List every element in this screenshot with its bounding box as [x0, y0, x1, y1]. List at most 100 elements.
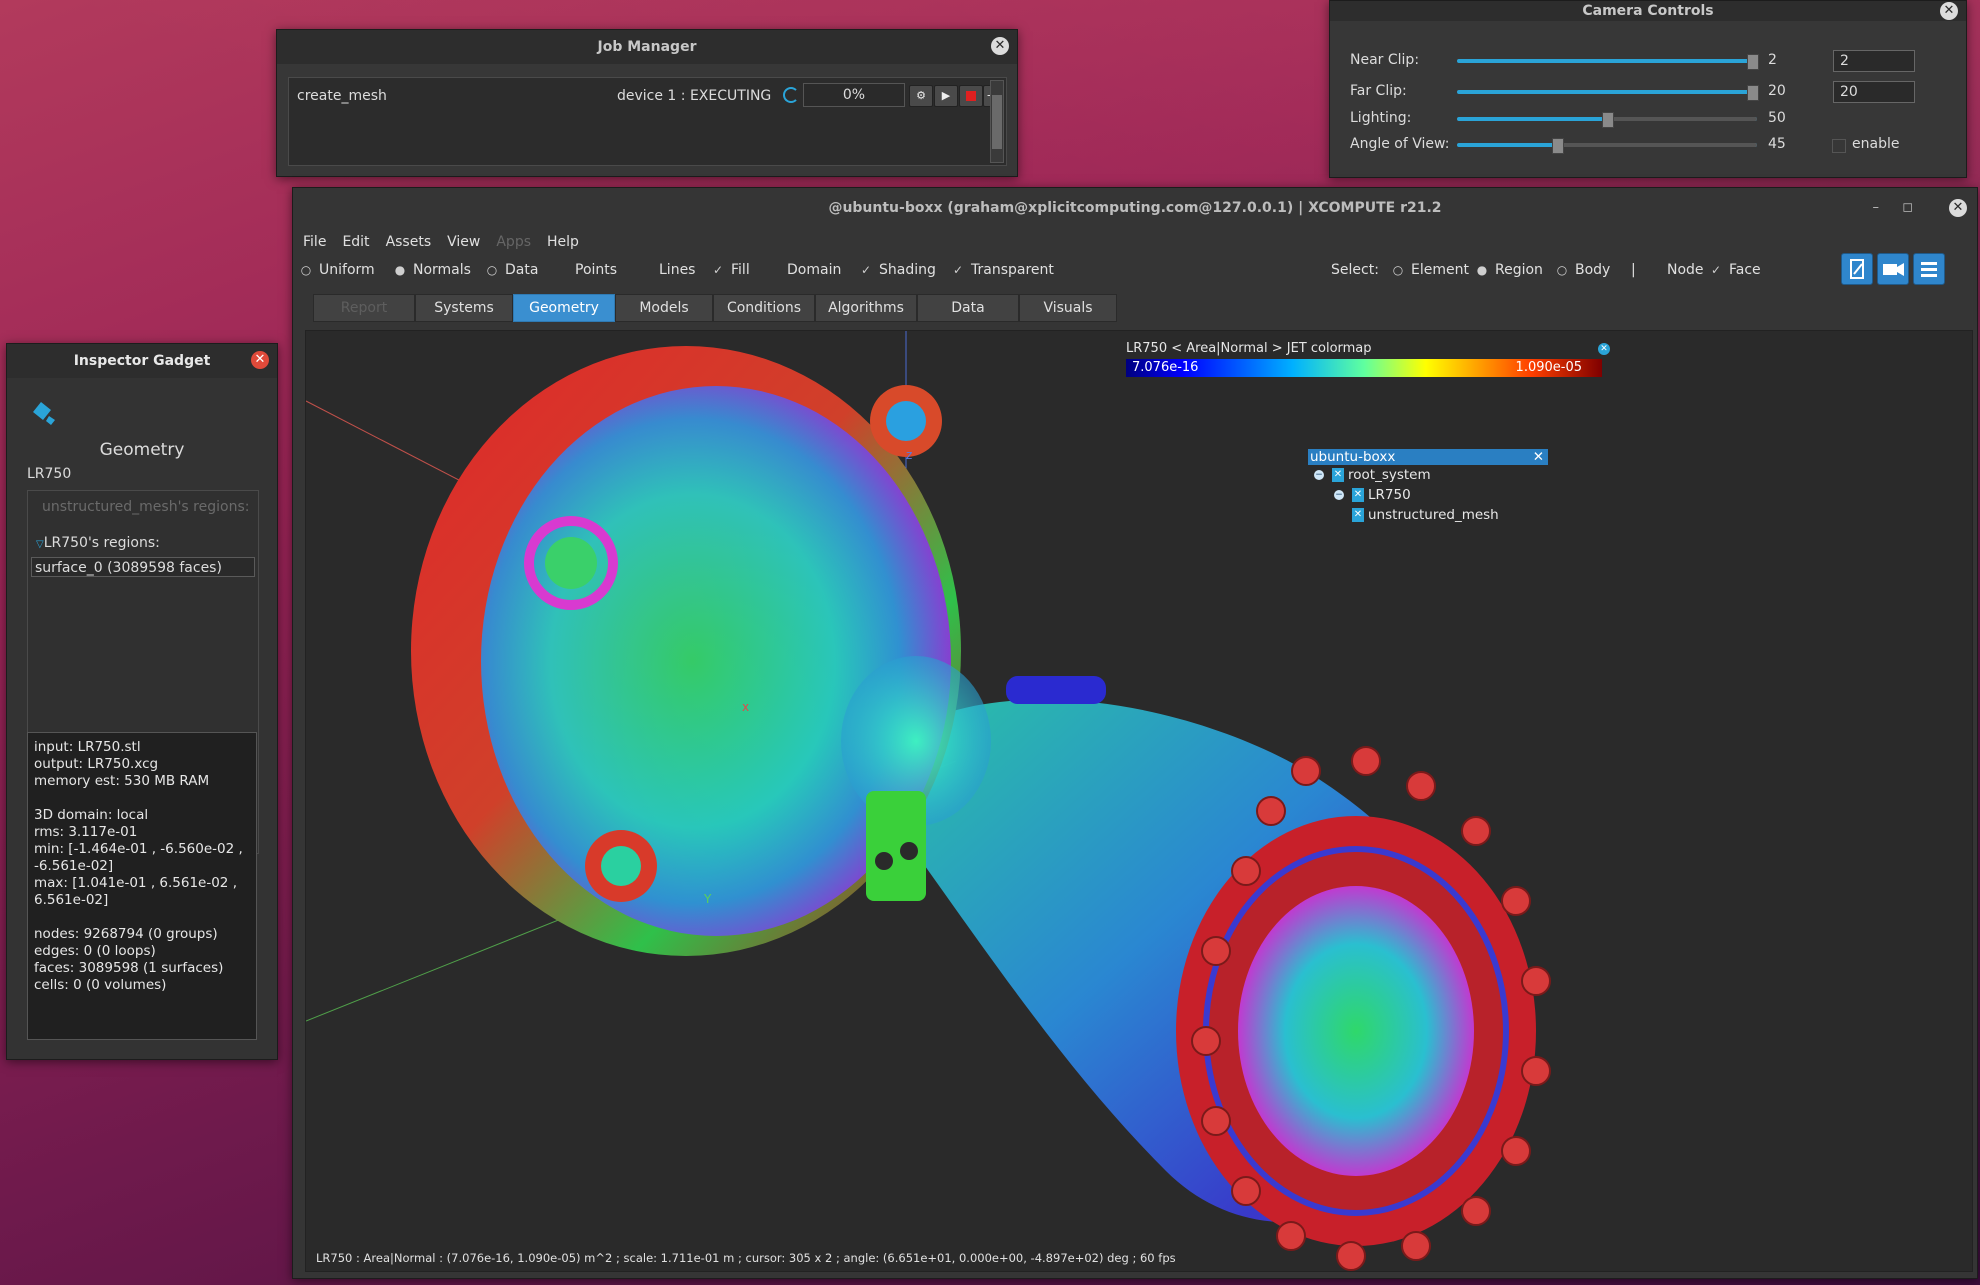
angle-of-view-label: Angle of View: — [1350, 136, 1450, 152]
enable-checkbox[interactable] — [1832, 139, 1846, 153]
inspector-titlebar[interactable]: Inspector Gadget — [7, 344, 277, 378]
node-checkbox[interactable]: Node — [1647, 256, 1704, 284]
regions-header: unstructured_mesh's regions: — [42, 499, 250, 515]
slider-handle[interactable] — [1552, 138, 1564, 154]
checkbox-icon[interactable]: ✕ — [1352, 508, 1364, 522]
info-line: -6.561e-02] — [34, 858, 114, 874]
slider-handle[interactable] — [1747, 85, 1759, 101]
uniform-radio[interactable]: ○ Uniform — [299, 256, 375, 284]
radio-selected-icon: ● — [394, 263, 406, 277]
normals-radio[interactable]: ● Normals — [393, 256, 471, 284]
info-line: 3D domain: local — [34, 807, 149, 823]
enable-label: enable — [1852, 136, 1900, 152]
info-line: edges: 0 (0 loops) — [34, 943, 156, 959]
tree-item-system[interactable]: − ✕ root_system — [1308, 465, 1548, 485]
element-label: Element — [1411, 262, 1469, 278]
info-line: rms: 3.117e-01 — [34, 824, 138, 840]
points-checkbox[interactable]: Points — [555, 256, 617, 284]
checkbox-icon[interactable]: ✕ — [1332, 468, 1344, 482]
close-icon[interactable]: ✕ — [1598, 343, 1610, 355]
geometry-icon — [33, 402, 55, 425]
3d-viewport[interactable]: x Y z LR750 < Area|Normal > JET colormap… — [305, 330, 1973, 1272]
tab-algorithms[interactable]: Algorithms — [815, 294, 917, 322]
tab-systems[interactable]: Systems — [415, 294, 513, 322]
lighting-slider[interactable] — [1457, 112, 1757, 128]
collapse-icon[interactable]: − — [1314, 470, 1324, 480]
edit-document-button[interactable] — [1841, 253, 1873, 285]
main-titlebar[interactable]: @ubuntu-boxx (graham@xplicitcomputing.co… — [293, 188, 1977, 228]
tab-data[interactable]: Data — [917, 294, 1019, 322]
menu-file[interactable]: File — [303, 234, 326, 250]
data-radio[interactable]: ○ Data — [485, 256, 539, 284]
slider-handle[interactable] — [1747, 54, 1759, 70]
tab-models[interactable]: Models — [615, 294, 713, 322]
tab-visuals[interactable]: Visuals — [1019, 294, 1117, 322]
menu-help[interactable]: Help — [547, 234, 579, 250]
tab-conditions[interactable]: Conditions — [713, 294, 815, 322]
maximize-icon[interactable]: ◻ — [1902, 200, 1913, 215]
close-icon[interactable]: ✕ — [991, 37, 1009, 55]
close-icon[interactable]: ✕ — [1940, 2, 1958, 20]
far-clip-slider[interactable] — [1457, 85, 1759, 101]
lighting-value: 50 — [1768, 110, 1786, 126]
face-checkbox[interactable]: ✓ Face — [1709, 256, 1761, 284]
element-radio[interactable]: ○ Element — [1391, 256, 1469, 284]
settings-icon[interactable]: ⚙ — [909, 85, 933, 107]
near-clip-input[interactable]: 2 — [1833, 50, 1915, 72]
select-separator: | — [1631, 262, 1636, 278]
close-icon[interactable]: ✕ — [1949, 199, 1967, 217]
menu-assets[interactable]: Assets — [386, 234, 432, 250]
tree-item-mesh-label: unstructured_mesh — [1368, 507, 1499, 523]
body-radio[interactable]: ○ Body — [1555, 256, 1611, 284]
angle-of-view-slider[interactable] — [1457, 138, 1757, 154]
info-line: min: [-1.464e-01 , -6.560e-02 , — [34, 841, 243, 857]
tab-geometry[interactable]: Geometry — [513, 294, 615, 322]
close-icon[interactable]: ✕ — [1533, 449, 1544, 465]
object-name: LR750 — [27, 466, 72, 482]
status-line: LR750 : Area|Normal : (7.076e-16, 1.090e… — [316, 1251, 1176, 1265]
domain-checkbox[interactable]: Domain — [767, 256, 841, 284]
domain-label: Domain — [787, 262, 842, 278]
region-item[interactable]: surface_0 (3089598 faces) — [31, 557, 255, 577]
checkbox-icon[interactable]: ✕ — [1352, 488, 1364, 502]
menu-view[interactable]: View — [447, 234, 480, 250]
job-list-scrollbar[interactable] — [990, 80, 1004, 163]
menu-apps: Apps — [496, 234, 532, 250]
camera-button[interactable] — [1877, 253, 1909, 285]
tree-root[interactable]: ubuntu-boxx ✕ — [1308, 449, 1548, 465]
tree-item-body[interactable]: − ✕ LR750 — [1308, 485, 1548, 505]
close-icon[interactable]: ✕ — [251, 351, 269, 369]
face-label: Face — [1729, 262, 1761, 278]
radio-icon: ○ — [1392, 263, 1404, 277]
menu-button[interactable] — [1913, 253, 1945, 285]
lines-label: Lines — [659, 262, 696, 278]
scrollbar-thumb[interactable] — [992, 95, 1002, 149]
region-radio[interactable]: ● Region — [1475, 256, 1543, 284]
collapse-icon[interactable]: − — [1334, 490, 1344, 500]
menu-edit[interactable]: Edit — [342, 234, 369, 250]
info-line: cells: 0 (0 volumes) — [34, 977, 167, 993]
minimize-icon[interactable]: – — [1873, 200, 1880, 215]
transparent-checkbox[interactable]: ✓ Transparent — [951, 256, 1054, 284]
info-line: 6.561e-02] — [34, 892, 109, 908]
camera-titlebar[interactable]: Camera Controls — [1330, 1, 1966, 21]
points-label: Points — [575, 262, 618, 278]
lines-checkbox[interactable]: Lines — [639, 256, 695, 284]
near-clip-slider[interactable] — [1457, 54, 1759, 70]
shading-checkbox[interactable]: ✓ Shading — [859, 256, 936, 284]
check-icon: ✓ — [712, 263, 724, 277]
select-label: Select: — [1331, 262, 1379, 278]
tree-item-mesh[interactable]: ✕ unstructured_mesh — [1308, 505, 1548, 525]
stop-icon — [966, 91, 976, 101]
tree-item-system-label: root_system — [1348, 467, 1431, 483]
regions-subheader[interactable]: ▽LR750's regions: — [36, 535, 160, 551]
play-icon[interactable]: ▶ — [934, 85, 958, 107]
far-clip-input[interactable]: 20 — [1833, 81, 1915, 103]
fill-checkbox[interactable]: ✓ Fill — [711, 256, 750, 284]
slider-handle[interactable] — [1602, 112, 1614, 128]
info-line: nodes: 9268794 (0 groups) — [34, 926, 218, 942]
job-list: create_mesh device 1 : EXECUTING 0% ⚙ ▶ … — [288, 77, 1007, 166]
stop-button[interactable] — [959, 85, 983, 107]
job-manager-titlebar[interactable]: Job Manager — [277, 30, 1017, 64]
inspector-heading: Geometry — [99, 440, 185, 460]
